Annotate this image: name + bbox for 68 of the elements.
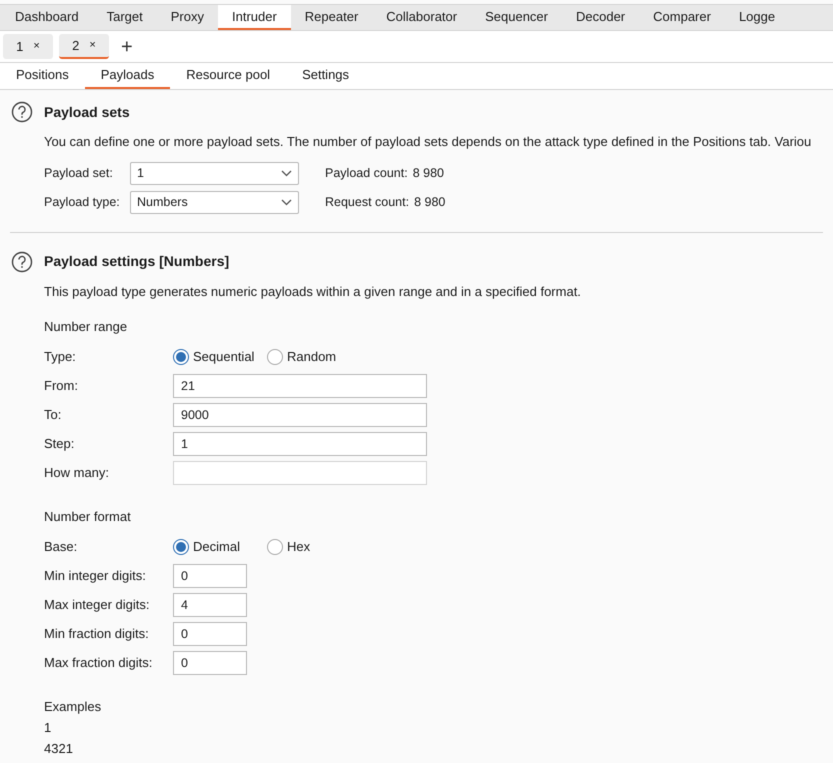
radio-label: Random bbox=[287, 348, 336, 366]
section-description: This payload type generates numeric payloads within a given range and in a specified format. bbox=[44, 282, 582, 301]
input-field[interactable]: 0 bbox=[173, 651, 247, 675]
dropdown-chevron-icon bbox=[281, 198, 292, 206]
field-label: Max fraction digits: bbox=[44, 654, 154, 672]
close-icon[interactable]: × bbox=[89, 37, 96, 54]
radio-button[interactable] bbox=[267, 349, 283, 365]
main-tab[interactable]: Logge bbox=[724, 5, 790, 30]
sub-tab[interactable]: Settings bbox=[286, 63, 366, 89]
main-tab[interactable]: Repeater bbox=[290, 5, 372, 30]
main-tab[interactable]: Sequencer bbox=[471, 5, 562, 30]
group-heading: Number range bbox=[44, 318, 128, 335]
main-tab[interactable]: Decoder bbox=[562, 5, 640, 30]
section-title: Payload sets bbox=[44, 102, 130, 122]
close-icon[interactable]: × bbox=[33, 38, 40, 55]
input-field[interactable]: 21 bbox=[173, 374, 427, 398]
input-field[interactable]: 0 bbox=[173, 622, 247, 646]
field-label: Step: bbox=[44, 435, 76, 454]
field-label: Max integer digits: bbox=[44, 596, 150, 614]
help-icon[interactable] bbox=[11, 250, 33, 272]
input-field[interactable]: 9000 bbox=[173, 403, 427, 427]
main-tab[interactable]: Collaborator bbox=[372, 5, 472, 30]
section-description: You can define one or more payload sets. The number of payload sets depends on the attack type defined in the Positions tab. Variou bbox=[44, 133, 812, 151]
group-heading: Examples bbox=[44, 698, 102, 715]
field-label: Min fraction digits: bbox=[44, 625, 150, 644]
sub-tab[interactable]: Payloads bbox=[84, 63, 170, 89]
field-label: Type: bbox=[44, 348, 77, 366]
input-field[interactable] bbox=[173, 461, 427, 485]
dropdown[interactable]: Numbers bbox=[130, 190, 299, 214]
radio-label: Decimal bbox=[193, 538, 240, 556]
main-tab[interactable]: Intruder bbox=[218, 5, 291, 30]
attack-tab[interactable]: 1 × bbox=[3, 34, 53, 59]
count-label: Payload count: bbox=[325, 164, 408, 182]
section-title: Payload settings [Numbers] bbox=[44, 252, 230, 271]
tab-label: 1 bbox=[16, 38, 24, 56]
radio-label: Hex bbox=[287, 538, 310, 556]
dropdown[interactable]: 1 bbox=[130, 162, 299, 184]
radio-label: Sequential bbox=[193, 348, 254, 366]
field-label: Payload type: bbox=[44, 194, 121, 211]
field-label: Min integer digits: bbox=[44, 567, 147, 586]
field-label: Base: bbox=[44, 538, 78, 556]
field-label: Payload set: bbox=[44, 164, 114, 182]
radio-button[interactable] bbox=[267, 539, 283, 555]
main-tab[interactable]: Dashboard bbox=[0, 5, 93, 30]
input-field[interactable]: 0 bbox=[173, 564, 247, 588]
add-tab-button[interactable]: + bbox=[121, 36, 133, 56]
sub-tab[interactable]: Positions bbox=[0, 63, 85, 89]
field-label: To: bbox=[44, 406, 62, 424]
field-label: How many: bbox=[44, 464, 110, 482]
sub-tab[interactable]: Resource pool bbox=[170, 63, 286, 89]
group-heading: Number format bbox=[44, 508, 132, 525]
radio-button[interactable] bbox=[173, 539, 189, 555]
field-label: From: bbox=[44, 377, 79, 396]
main-tab[interactable]: Comparer bbox=[639, 5, 725, 30]
input-field[interactable]: 1 bbox=[173, 432, 427, 456]
main-tab[interactable]: Target bbox=[92, 5, 157, 30]
example-value: 1 bbox=[44, 719, 52, 736]
attack-tab[interactable]: 2 × bbox=[59, 34, 109, 59]
count-label: Request count: bbox=[325, 194, 410, 211]
count-value: 8 980 bbox=[412, 164, 444, 182]
count-value: 8 980 bbox=[414, 194, 446, 211]
tab-label: 2 bbox=[72, 36, 80, 55]
main-tab[interactable]: Proxy bbox=[156, 5, 218, 30]
help-icon[interactable] bbox=[11, 101, 33, 123]
input-field[interactable]: 4 bbox=[173, 593, 247, 617]
radio-button[interactable] bbox=[173, 349, 189, 365]
example-value: 4321 bbox=[44, 740, 74, 757]
dropdown-chevron-icon bbox=[281, 170, 292, 176]
